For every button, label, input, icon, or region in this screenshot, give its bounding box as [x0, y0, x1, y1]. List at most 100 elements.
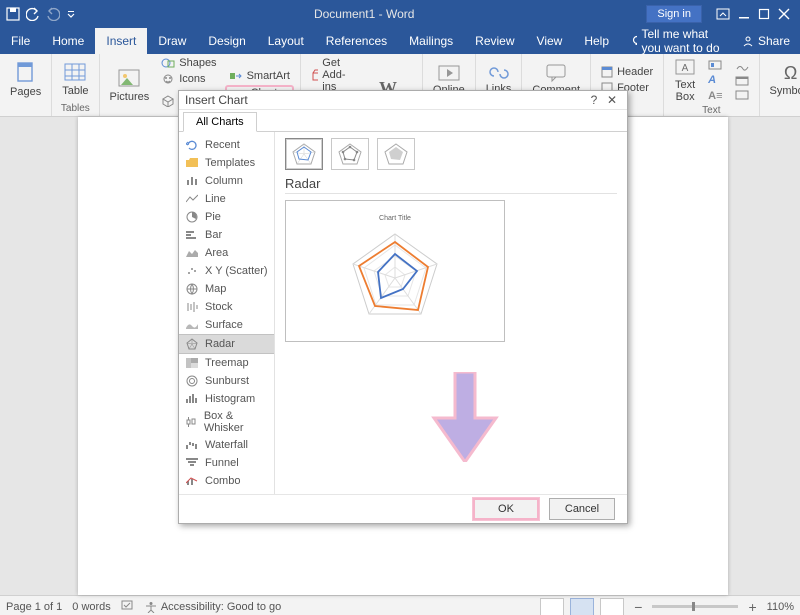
list-item-histogram[interactable]: Histogram: [179, 390, 274, 408]
subtype-radar-markers[interactable]: [331, 138, 369, 170]
tab-help[interactable]: Help: [573, 28, 620, 54]
tell-me-label: Tell me what you want to do: [641, 27, 721, 55]
quickparts-button[interactable]: [704, 59, 726, 71]
close-icon[interactable]: ✕: [603, 93, 621, 107]
list-item-recent[interactable]: Recent: [179, 136, 274, 154]
close-icon[interactable]: [778, 8, 790, 20]
zoom-level[interactable]: 110%: [767, 601, 794, 613]
list-item-templates[interactable]: Templates: [179, 154, 274, 172]
list-item-column[interactable]: Column: [179, 172, 274, 190]
waterfall-icon: [185, 438, 199, 452]
table-button[interactable]: Table: [58, 60, 92, 99]
shapes-label: Shapes: [179, 57, 216, 69]
symbols-label: Symbols: [770, 85, 800, 97]
textbox-label: Text Box: [675, 79, 695, 103]
list-item-scatter[interactable]: X Y (Scatter): [179, 262, 274, 280]
textbox-button[interactable]: A Text Box: [670, 56, 700, 105]
getaddins-label: Get Add-ins: [322, 57, 352, 93]
list-item-map[interactable]: Map: [179, 280, 274, 298]
object-button[interactable]: [731, 89, 753, 101]
minimize-icon[interactable]: [738, 8, 750, 20]
share-button[interactable]: Share: [732, 28, 800, 54]
funnel-icon: [185, 456, 199, 470]
help-icon[interactable]: ?: [585, 93, 603, 107]
symbols-button[interactable]: Ω Symbols: [766, 61, 800, 99]
list-item-boxwhisker[interactable]: Box & Whisker: [179, 408, 274, 436]
wordart-button[interactable]: A: [704, 73, 726, 87]
tab-insert[interactable]: Insert: [95, 28, 147, 54]
list-item-surface[interactable]: Surface: [179, 316, 274, 334]
zoom-slider[interactable]: [652, 605, 738, 608]
tab-mailings[interactable]: Mailings: [398, 28, 464, 54]
icons-button[interactable]: Icons: [157, 72, 220, 86]
signin-button[interactable]: Sign in: [646, 5, 702, 23]
sunburst-icon: [185, 374, 199, 388]
view-readmode[interactable]: [540, 598, 564, 615]
radar-icon: [185, 337, 199, 351]
subtype-name: Radar: [285, 176, 617, 194]
list-item-combo[interactable]: Combo: [179, 472, 274, 490]
ribbon-display-options-icon[interactable]: [716, 8, 730, 20]
tab-file[interactable]: File: [0, 28, 41, 54]
line-icon: [185, 192, 199, 206]
ok-button[interactable]: OK: [473, 498, 539, 520]
undo-icon[interactable]: [26, 7, 40, 21]
view-printlayout[interactable]: [570, 598, 594, 615]
status-words[interactable]: 0 words: [72, 601, 111, 613]
tab-view[interactable]: View: [526, 28, 574, 54]
tab-all-charts[interactable]: All Charts: [183, 112, 257, 132]
list-item-line[interactable]: Line: [179, 190, 274, 208]
sig-icon: [735, 62, 749, 72]
tables-group-label: Tables: [58, 103, 92, 116]
shapes-icon: [161, 57, 175, 69]
subtype-radar[interactable]: [285, 138, 323, 170]
smartart-button[interactable]: SmartArt: [225, 69, 294, 83]
sigline-button[interactable]: [731, 61, 753, 73]
pictures-button[interactable]: Pictures: [106, 66, 154, 105]
tab-design[interactable]: Design: [197, 28, 256, 54]
redo-icon[interactable]: [46, 7, 60, 21]
list-item-funnel[interactable]: Funnel: [179, 454, 274, 472]
cancel-button[interactable]: Cancel: [549, 498, 615, 520]
view-weblayout[interactable]: [600, 598, 624, 615]
group-tables: Table Tables: [52, 54, 99, 116]
save-icon[interactable]: [6, 7, 20, 21]
list-item-pie[interactable]: Pie: [179, 208, 274, 226]
tab-references[interactable]: References: [315, 28, 398, 54]
bulb-icon: [631, 35, 637, 47]
status-page[interactable]: Page 1 of 1: [6, 601, 62, 613]
tab-review[interactable]: Review: [464, 28, 525, 54]
accessibility-status[interactable]: Accessibility: Good to go: [145, 601, 281, 613]
list-item-sunburst[interactable]: Sunburst: [179, 372, 274, 390]
tab-layout[interactable]: Layout: [257, 28, 315, 54]
text-group-label: Text: [670, 105, 752, 117]
maximize-icon[interactable]: [758, 8, 770, 20]
dropcap-button[interactable]: A≡: [704, 89, 726, 103]
qat-dropdown-icon[interactable]: [66, 9, 76, 19]
share-icon: [742, 35, 754, 47]
accessibility-label: Accessibility: Good to go: [161, 601, 281, 613]
header-button[interactable]: Header: [597, 65, 657, 79]
page-icon: [15, 61, 37, 85]
spellcheck-icon[interactable]: [121, 599, 135, 614]
tab-draw[interactable]: Draw: [147, 28, 197, 54]
list-item-stock[interactable]: Stock: [179, 298, 274, 316]
list-item-bar[interactable]: Bar: [179, 226, 274, 244]
smartart-icon: [229, 70, 243, 82]
shapes-button[interactable]: Shapes: [157, 56, 220, 70]
ribbon-tabs: File Home Insert Draw Design Layout Refe…: [0, 28, 800, 54]
dialog-title: Insert Chart: [185, 93, 248, 107]
list-item-radar[interactable]: Radar: [179, 334, 274, 354]
list-item-treemap[interactable]: Treemap: [179, 354, 274, 372]
tab-home[interactable]: Home: [41, 28, 95, 54]
list-item-area[interactable]: Area: [179, 244, 274, 262]
getaddins-button[interactable]: Get Add-ins: [307, 56, 356, 94]
list-item-waterfall[interactable]: Waterfall: [179, 436, 274, 454]
datetime-button[interactable]: [731, 75, 753, 87]
tell-me[interactable]: Tell me what you want to do: [620, 28, 732, 54]
group-text: A Text Box A A≡ Text: [664, 54, 759, 116]
zoom-out-button[interactable]: −: [630, 599, 646, 615]
zoom-in-button[interactable]: +: [744, 599, 760, 615]
pages-button[interactable]: Pages: [6, 59, 45, 100]
subtype-radar-filled[interactable]: [377, 138, 415, 170]
